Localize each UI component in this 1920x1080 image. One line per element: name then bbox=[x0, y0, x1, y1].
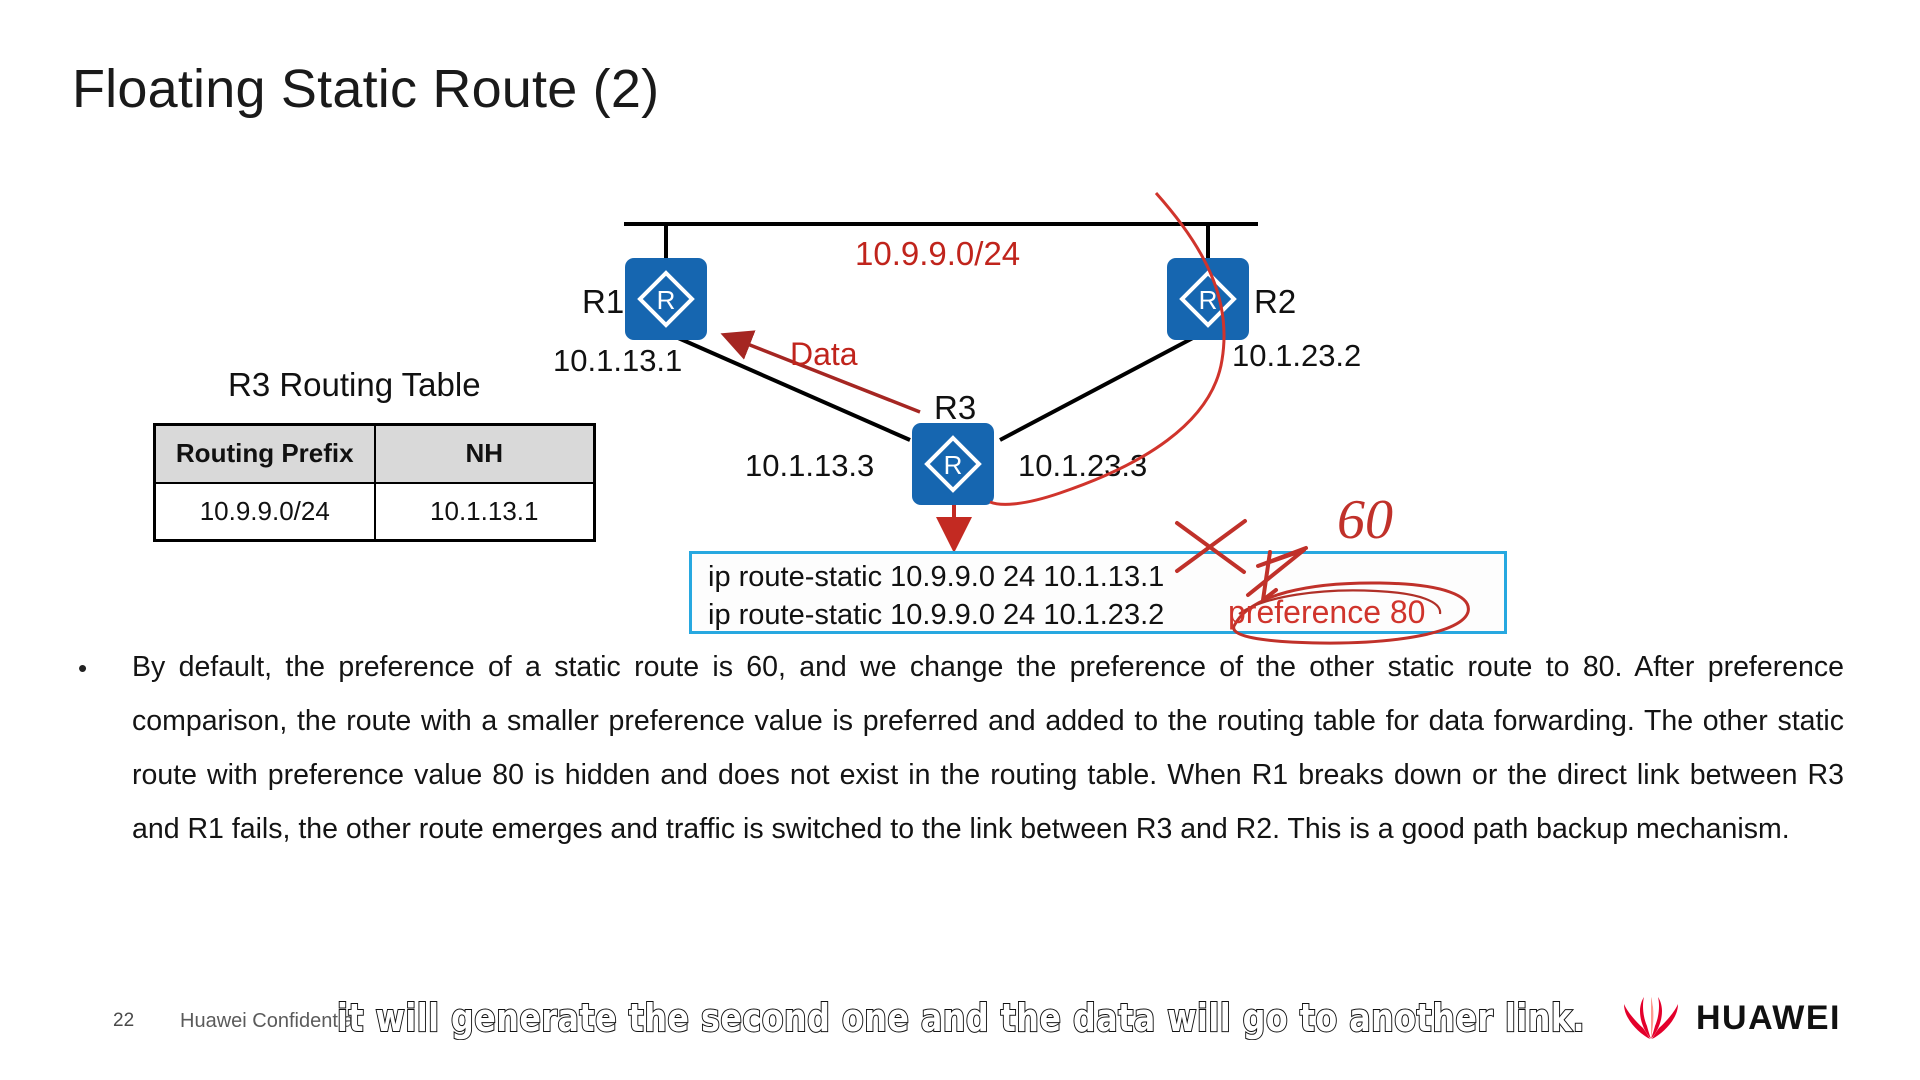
svg-text:R: R bbox=[944, 450, 963, 480]
table-header-row: Routing Prefix NH bbox=[153, 423, 596, 484]
subnet-label: 10.9.9.0/24 bbox=[855, 235, 1021, 272]
body-paragraph: By default, the preference of a static r… bbox=[132, 651, 1844, 845]
huawei-logo: HUAWEI bbox=[1620, 995, 1841, 1041]
subtitle-overlay: it will generate the second one and the … bbox=[336, 995, 1585, 1041]
column-header-routing-prefix: Routing Prefix bbox=[153, 423, 376, 484]
annotation-preference-80: preference 80 bbox=[1228, 594, 1426, 630]
slide-canvas: Floating Static Route (2) R R R R1 R2 R3… bbox=[0, 0, 1920, 1080]
cell-routing-prefix: 10.9.9.0/24 bbox=[153, 481, 376, 542]
router-icon: R bbox=[637, 270, 695, 328]
huawei-flower-icon bbox=[1624, 997, 1678, 1039]
bullet-marker: • bbox=[78, 653, 88, 683]
router-label-r3: R3 bbox=[934, 389, 977, 426]
interface-ip-r1: 10.1.13.1 bbox=[553, 343, 683, 378]
cell-next-hop: 10.1.13.1 bbox=[373, 481, 596, 542]
page-title: Floating Static Route (2) bbox=[72, 59, 660, 119]
page-number: 22 bbox=[113, 1010, 135, 1031]
interface-ip-r2: 10.1.23.2 bbox=[1232, 338, 1362, 373]
router-label-r1: R1 bbox=[582, 283, 625, 320]
svg-text:R: R bbox=[1199, 285, 1218, 315]
column-header-nh: NH bbox=[373, 423, 596, 484]
handwritten-60-label: 60 bbox=[1337, 489, 1393, 551]
data-flow-label: Data bbox=[790, 336, 858, 372]
routing-table-title: R3 Routing Table bbox=[228, 366, 481, 403]
r3-routing-table: Routing Prefix NH 10.9.9.0/24 10.1.13.1 bbox=[153, 423, 596, 542]
huawei-wordmark: HUAWEI bbox=[1696, 998, 1841, 1037]
body-text-block: • By default, the preference of a static… bbox=[78, 640, 1844, 856]
router-icon: R bbox=[924, 435, 982, 493]
interface-ip-r3-right: 10.1.23.3 bbox=[1018, 448, 1148, 483]
router-label-r2: R2 bbox=[1254, 283, 1297, 320]
table-row: 10.9.9.0/24 10.1.13.1 bbox=[153, 481, 596, 542]
router-r1: R bbox=[625, 258, 707, 340]
svg-text:R: R bbox=[657, 285, 676, 315]
confidential-notice: Huawei Confidential bbox=[180, 1010, 358, 1032]
router-r3: R bbox=[912, 423, 994, 505]
command-line-1: ip route-static 10.9.9.0 24 10.1.13.1 bbox=[708, 561, 1165, 593]
interface-ip-r3-left: 10.1.13.3 bbox=[745, 448, 875, 483]
router-icon: R bbox=[1179, 270, 1237, 328]
router-r2: R bbox=[1167, 258, 1249, 340]
